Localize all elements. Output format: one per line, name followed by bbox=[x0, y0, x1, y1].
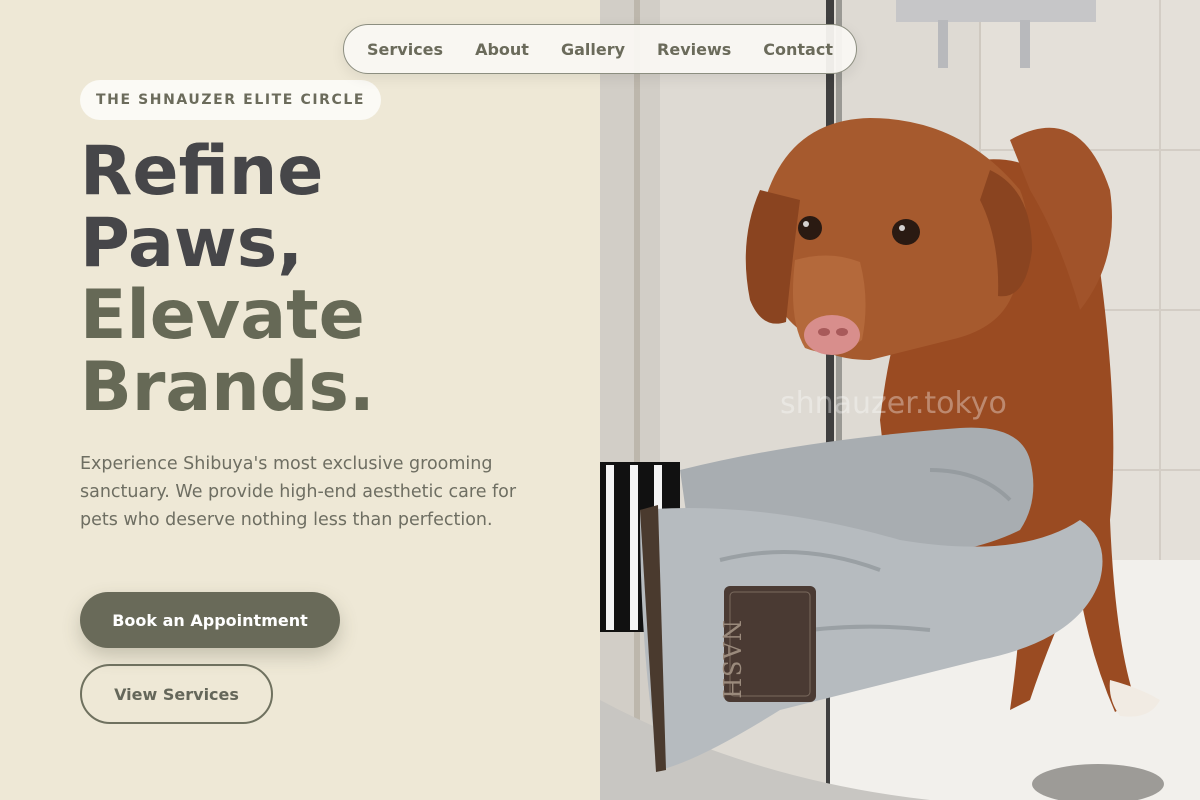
hero-title: Refine Paws, Elevate Brands. bbox=[80, 136, 375, 424]
hero-title-line4: Brands. bbox=[80, 348, 375, 427]
eyebrow-badge: THE SHNAUZER ELITE CIRCLE bbox=[80, 80, 382, 120]
nav-gallery[interactable]: Gallery bbox=[561, 40, 625, 59]
book-appointment-button[interactable]: Book an Appointment bbox=[80, 592, 340, 648]
hero-title-line3: Elevate bbox=[80, 276, 365, 355]
hero-title-line2: Paws, bbox=[80, 204, 304, 283]
top-nav: Services About Gallery Reviews Contact bbox=[343, 24, 857, 74]
watermark-text: shnauzer.tokyo bbox=[780, 386, 1007, 421]
nav-about[interactable]: About bbox=[475, 40, 529, 59]
hero-title-line1: Refine bbox=[80, 132, 324, 211]
hero-description: Experience Shibuya's most exclusive groo… bbox=[80, 454, 517, 530]
view-services-button[interactable]: View Services bbox=[80, 664, 273, 724]
towel-label: NASH bbox=[717, 620, 745, 700]
nav-contact[interactable]: Contact bbox=[763, 40, 833, 59]
nav-services[interactable]: Services bbox=[367, 40, 443, 59]
nav-reviews[interactable]: Reviews bbox=[657, 40, 731, 59]
